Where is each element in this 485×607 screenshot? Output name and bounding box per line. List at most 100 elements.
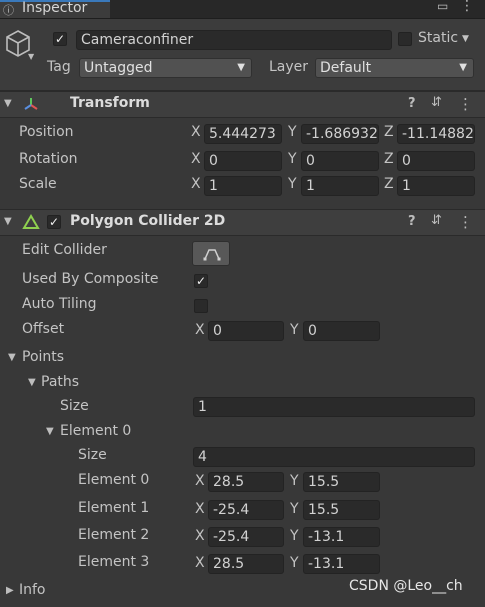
paths-label[interactable]: Paths [41, 374, 79, 390]
position-x-value: 5.444273 [209, 126, 276, 142]
element-y-value: -13.1 [308, 556, 345, 572]
edit-polygon-icon [203, 249, 221, 261]
element-y-field[interactable]: -13.1 [303, 527, 380, 547]
element-x-axis[interactable]: X [195, 528, 205, 544]
tab-bar: ⓘ Inspector ▭ ⋮ [0, 0, 485, 19]
static-label: Static [418, 30, 459, 46]
rotation-x-field[interactable]: 0 [204, 151, 282, 171]
check-icon: ✓ [54, 32, 66, 46]
offset-y-field[interactable]: 0 [303, 321, 380, 341]
help-icon[interactable]: ? [408, 96, 416, 111]
element-y-field[interactable]: 15.5 [303, 500, 380, 520]
rotation-label[interactable]: Rotation [19, 151, 78, 167]
element-label: Element 3 [78, 554, 150, 570]
position-y-value: -1.686932 [306, 126, 378, 142]
layer-dropdown[interactable]: Default ▼ [315, 58, 474, 78]
element-x-axis[interactable]: X [195, 501, 205, 517]
position-y-field[interactable]: -1.686932 [301, 124, 379, 144]
static-checkbox[interactable] [398, 32, 412, 46]
edit-collider-button[interactable] [192, 241, 230, 266]
rotation-x-axis[interactable]: X [191, 151, 201, 167]
name-field[interactable]: Cameraconfiner [76, 30, 392, 50]
points-foldout-icon[interactable]: ▼ [8, 352, 16, 363]
foldout-expanded-icon[interactable]: ▼ [4, 98, 12, 109]
rotation-y-field[interactable]: 0 [301, 151, 379, 171]
position-label[interactable]: Position [19, 124, 74, 140]
element-size-value: 4 [198, 449, 207, 465]
element-x-field[interactable]: -25.4 [208, 500, 284, 520]
position-x-axis[interactable]: X [191, 124, 201, 140]
offset-x-field[interactable]: 0 [208, 321, 284, 341]
position-z-axis[interactable]: Z [384, 124, 394, 140]
rotation-y-value: 0 [306, 153, 315, 169]
lock-icon[interactable]: ▭ [437, 0, 448, 13]
more-options-icon[interactable]: ⋮ [458, 213, 473, 231]
element-x-value: 28.5 [213, 556, 245, 572]
element0-label[interactable]: Element 0 [60, 423, 131, 439]
cube-dropdown-icon[interactable]: ▼ [28, 52, 34, 61]
chevron-down-icon: ▼ [459, 62, 467, 73]
element-x-field[interactable]: -25.4 [208, 527, 284, 547]
element-y-value: 15.5 [308, 474, 340, 490]
info-foldout-icon[interactable]: ▶ [6, 585, 14, 596]
polygon-collider-header[interactable]: ▼ ✓ Polygon Collider 2D ? ⇵ ⋮ [0, 209, 485, 236]
transform-title: Transform [70, 95, 150, 111]
element-y-axis[interactable]: Y [290, 528, 299, 544]
edit-collider-label: Edit Collider [22, 242, 107, 258]
position-x-field[interactable]: 5.444273 [204, 124, 282, 144]
element-y-axis[interactable]: Y [290, 555, 299, 571]
element-x-field[interactable]: 28.5 [208, 472, 284, 492]
paths-foldout-icon[interactable]: ▼ [28, 377, 36, 388]
help-icon[interactable]: ? [408, 214, 416, 229]
static-dropdown-icon[interactable]: ▼ [462, 34, 469, 44]
foldout-expanded-icon[interactable]: ▼ [4, 216, 12, 227]
points-label[interactable]: Points [22, 349, 64, 365]
tab-inspector[interactable]: ⓘ Inspector [0, 0, 110, 18]
element-size-label: Size [78, 447, 107, 463]
scale-y-field[interactable]: 1 [301, 176, 379, 196]
scale-z-axis[interactable]: Z [384, 176, 394, 192]
element-y-value: -13.1 [308, 529, 345, 545]
offset-y-axis[interactable]: Y [290, 322, 299, 338]
element-y-field[interactable]: 15.5 [303, 472, 380, 492]
paths-size-label: Size [60, 398, 89, 414]
offset-x-axis[interactable]: X [195, 322, 205, 338]
paths-size-field[interactable]: 1 [193, 397, 475, 417]
transform-header[interactable]: ▼ Transform ? ⇵ ⋮ [0, 91, 485, 118]
used-by-composite-checkbox[interactable]: ✓ [194, 274, 208, 288]
element-x-axis[interactable]: X [195, 473, 205, 489]
scale-z-field[interactable]: 1 [397, 176, 475, 196]
position-z-field[interactable]: -11.14882 [397, 124, 475, 144]
auto-tiling-checkbox[interactable] [194, 299, 208, 313]
tab-label: Inspector [22, 0, 88, 16]
active-checkbox[interactable]: ✓ [53, 32, 67, 46]
element-y-axis[interactable]: Y [290, 473, 299, 489]
preset-settings-icon[interactable]: ⇵ [431, 213, 442, 228]
element-x-value: 28.5 [213, 474, 245, 490]
preset-settings-icon[interactable]: ⇵ [431, 95, 442, 110]
element-size-field[interactable]: 4 [193, 447, 475, 467]
element0-foldout-icon[interactable]: ▼ [46, 426, 54, 437]
element-y-axis[interactable]: Y [290, 501, 299, 517]
element-x-axis[interactable]: X [195, 555, 205, 571]
info-label[interactable]: Info [19, 582, 46, 598]
rotation-z-field[interactable]: 0 [397, 151, 475, 171]
more-menu-icon[interactable]: ⋮ [460, 0, 474, 14]
scale-y-axis[interactable]: Y [288, 176, 297, 192]
position-y-axis[interactable]: Y [288, 124, 297, 140]
rotation-y-axis[interactable]: Y [288, 151, 297, 167]
auto-tiling-label: Auto Tiling [22, 296, 97, 312]
more-options-icon[interactable]: ⋮ [458, 95, 473, 113]
used-by-composite-label: Used By Composite [22, 271, 159, 287]
element-y-field[interactable]: -13.1 [303, 554, 380, 574]
scale-label[interactable]: Scale [19, 176, 57, 192]
rotation-z-axis[interactable]: Z [384, 151, 394, 167]
tag-dropdown[interactable]: Untagged ▼ [79, 58, 252, 78]
position-z-value: -11.14882 [402, 126, 474, 142]
scale-x-field[interactable]: 1 [204, 176, 282, 196]
element-x-field[interactable]: 28.5 [208, 554, 284, 574]
collider-enabled-checkbox[interactable]: ✓ [47, 215, 61, 229]
element-label: Element 0 [78, 472, 150, 488]
scale-x-value: 1 [209, 178, 218, 194]
scale-x-axis[interactable]: X [191, 176, 201, 192]
